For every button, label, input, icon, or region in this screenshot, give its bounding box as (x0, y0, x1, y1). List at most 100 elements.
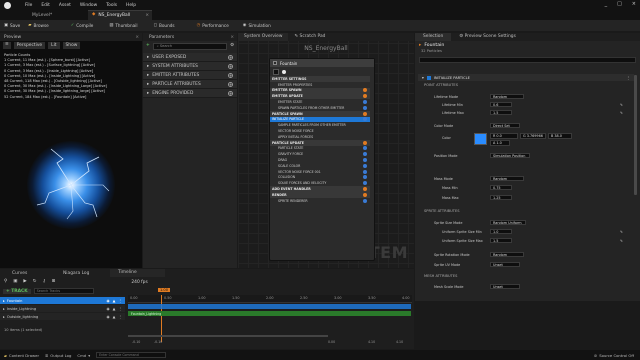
menu-help[interactable]: Help (126, 3, 136, 8)
parameter-section-particle-attributes[interactable]: ▸ PARTICLE ATTRIBUTES + (143, 80, 237, 89)
color-g-field[interactable]: G 3.769966 (520, 133, 546, 139)
lifetime-max-field[interactable]: 1.5 (490, 109, 512, 116)
source-control-status[interactable]: ⊘ Source Control Off (594, 353, 634, 358)
mass-mode-dropdown[interactable]: Random (490, 175, 524, 182)
time-range-field[interactable]: -0.10 (132, 340, 140, 344)
performance-button[interactable]: ◷ Performance (197, 23, 229, 28)
track-row[interactable]: ▸ Outside_lightning ◉ ▲ ⋮ (0, 313, 125, 320)
parameter-section-system-attributes[interactable]: ▸ SYSTEM ATTRIBUTES + (143, 62, 237, 71)
tab-selection[interactable]: Selection (415, 33, 452, 41)
time-range-field[interactable]: 4.10 (368, 340, 375, 344)
output-log-button[interactable]: ≣ Output Log (45, 353, 71, 358)
emitter-node-header[interactable]: Fountain (270, 59, 374, 67)
parameters-search-input[interactable]: ⌕ Search (152, 42, 228, 50)
visibility-icon[interactable]: ◉ (107, 299, 110, 303)
time-range-field[interactable]: -0.10 (154, 340, 162, 344)
track-menu-icon[interactable]: ⋮ (118, 307, 122, 311)
unreal-logo-icon[interactable] (4, 1, 11, 9)
fps-dropdown[interactable]: 240 fps (131, 280, 147, 285)
link-icon[interactable]: ✎ (620, 111, 623, 115)
simulation-button[interactable]: ◉ Simulation (243, 23, 271, 28)
settings-icon[interactable]: ⚙ (230, 43, 234, 48)
link-icon[interactable]: ✎ (620, 239, 623, 243)
sprite-rotation-mode-dropdown[interactable]: Random (490, 251, 524, 258)
playhead-label[interactable]: 1.00 (158, 288, 171, 292)
show-button[interactable]: Show (62, 42, 81, 49)
add-parameter-icon[interactable]: + (228, 81, 233, 87)
visibility-icon[interactable]: ◉ (107, 315, 110, 319)
tab-close-icon[interactable]: × (145, 13, 149, 18)
sprite-uv-mode-dropdown[interactable]: Unset (490, 261, 520, 268)
tab-niagara-log[interactable]: Niagara Log (55, 271, 110, 276)
save-button[interactable]: ▣ Save (4, 23, 20, 28)
lifetime-mode-dropdown[interactable]: Random (490, 93, 524, 100)
filter-icon[interactable]: ⚲ (4, 279, 7, 284)
cmd-dropdown[interactable]: Cmd ▾ (77, 353, 90, 358)
menu-file[interactable]: File (25, 3, 32, 8)
add-track-button[interactable]: + TRACK (3, 288, 31, 294)
menu-edit[interactable]: Edit (41, 3, 50, 8)
sprite-size-max-field[interactable]: 1.5 (490, 237, 512, 244)
link-icon[interactable]: ✎ (620, 230, 623, 234)
color-mode-dropdown[interactable]: Direct Set (490, 122, 520, 129)
timeline-hscroll[interactable] (128, 335, 328, 337)
visibility-icon[interactable]: ◉ (107, 307, 110, 311)
add-parameter-icon[interactable]: + (228, 90, 233, 96)
module-header[interactable]: ▾ INITIALIZE PARTICLE ⋮ (418, 74, 634, 81)
isolate-icon[interactable]: ▲ (113, 299, 116, 303)
snap-icon[interactable]: ⊞ (52, 279, 56, 284)
mass-min-field[interactable]: 0.75 (490, 184, 512, 191)
tab-system-overview[interactable]: System Overview (238, 33, 289, 41)
isolate-icon[interactable]: ▲ (113, 307, 116, 311)
add-parameter-icon[interactable]: + (228, 72, 233, 78)
color-b-field[interactable]: B 38.0 (548, 133, 572, 139)
browse-button[interactable]: ▰ Browse (28, 23, 48, 28)
mass-max-field[interactable]: 1.25 (490, 194, 512, 201)
lifetime-min-field[interactable]: 0.6 (490, 101, 512, 108)
time-range-field[interactable]: 4.10 (396, 340, 403, 344)
selection-search-bar[interactable] (419, 57, 636, 63)
loop-icon[interactable]: ↻ (33, 279, 37, 284)
color-swatch[interactable] (474, 133, 487, 145)
content-drawer-button[interactable]: ▰ Content Drawer (4, 353, 39, 358)
lightning-bar[interactable]: Fountain_Lightning (128, 311, 411, 316)
track-row[interactable]: ▸ Fountain ◉ ▲ ⋮ (0, 297, 125, 304)
parameters-close-icon[interactable]: × (230, 35, 234, 40)
play-icon[interactable]: ▶ (23, 279, 26, 284)
camera-icon[interactable]: ▣ (13, 279, 17, 284)
menu-tools[interactable]: Tools (106, 3, 117, 8)
menu-window[interactable]: Window (80, 3, 97, 8)
position-mode-dropdown[interactable]: Simulation Position (490, 152, 530, 159)
add-icon[interactable]: + (146, 43, 150, 48)
perspective-button[interactable]: Perspective (13, 42, 46, 49)
console-input[interactable]: Enter Console Command (96, 352, 167, 358)
mesh-scale-mode-dropdown[interactable]: Unset (490, 283, 520, 290)
color-a-field[interactable]: A 1.0 (490, 140, 510, 146)
maximize-icon[interactable]: □ (617, 1, 622, 7)
sprite-size-min-field[interactable]: 1.0 (490, 228, 512, 235)
time-range-field[interactable]: 0.00 (328, 340, 335, 344)
tab-project[interactable]: MyLevel* (22, 10, 88, 20)
parameter-section-engine-provided[interactable]: ▸ ENGINE PROVIDED + (143, 89, 237, 98)
tab-timeline[interactable]: Timeline (110, 269, 165, 277)
add-parameter-icon[interactable]: + (228, 54, 233, 60)
tab-preview-scene-settings[interactable]: ⚙ Preview Scene Settings (451, 33, 524, 41)
parameter-section-emitter-attributes[interactable]: ▸ EMITTER ATTRIBUTES + (143, 71, 237, 80)
parameter-section-user-exposed[interactable]: ▸ USER EXPOSED + (143, 53, 237, 62)
sprite-size-mode-dropdown[interactable]: Random Uniform (490, 219, 526, 226)
stack-sprite-renderer[interactable]: SPRITE RENDERER (270, 198, 370, 204)
fountain-bar[interactable] (128, 304, 411, 309)
module-enabled-checkbox[interactable] (426, 75, 431, 80)
preview-tab[interactable]: Preview (4, 35, 21, 40)
tab-asset[interactable]: ◆ NS_EnergyBall × (88, 10, 152, 20)
track-search-input[interactable]: Search Tracks (33, 288, 94, 294)
track-menu-icon[interactable]: ⋮ (118, 315, 122, 319)
tab-curves[interactable]: Curves (0, 271, 55, 276)
close-icon[interactable]: × (632, 1, 636, 7)
key-icon[interactable]: ⚷ (42, 279, 45, 284)
thumbnail-button[interactable]: ▨ Thumbnail (109, 23, 137, 28)
bounds-button[interactable]: ◻ Bounds (154, 23, 175, 28)
isolate-icon[interactable]: ▲ (113, 315, 116, 319)
hamburger-icon[interactable]: ≡ (3, 42, 11, 49)
color-r-field[interactable]: R 0.0 (490, 133, 518, 139)
